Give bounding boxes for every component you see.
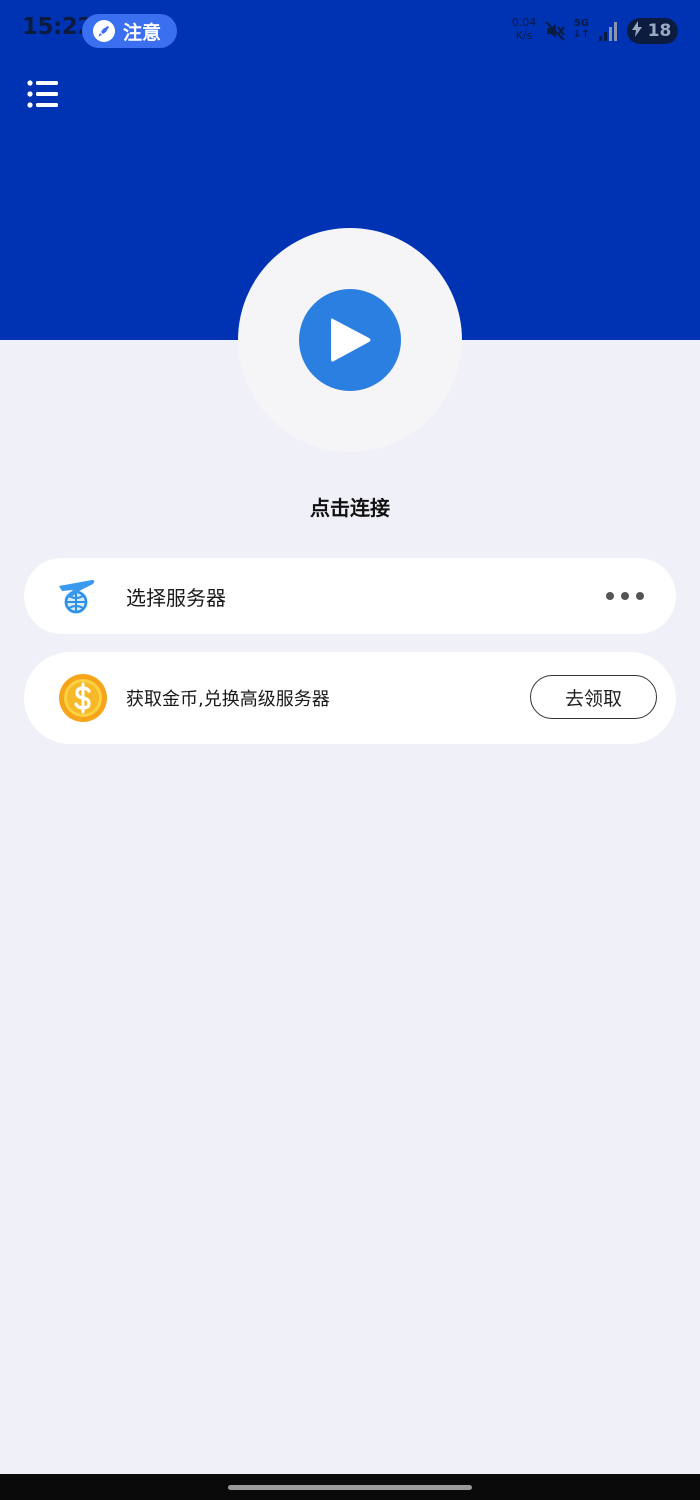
select-server-card[interactable]: 选择服务器 bbox=[24, 558, 676, 634]
battery-charging-icon bbox=[631, 21, 642, 41]
signal-type-label: 5G bbox=[573, 18, 589, 29]
battery-indicator: 18 bbox=[627, 18, 678, 44]
notice-pill[interactable]: 注意 bbox=[82, 14, 177, 48]
more-dot bbox=[606, 592, 614, 600]
more-dot bbox=[621, 592, 629, 600]
claim-button[interactable]: 去领取 bbox=[530, 675, 657, 719]
list-menu-icon bbox=[27, 80, 58, 108]
net-speed: 0.04 K/s bbox=[510, 16, 538, 42]
signal-bars-icon bbox=[598, 20, 618, 46]
more-dots-icon[interactable] bbox=[606, 591, 644, 601]
select-server-label: 选择服务器 bbox=[126, 586, 226, 610]
home-indicator[interactable] bbox=[228, 1485, 472, 1490]
more-dot bbox=[636, 592, 644, 600]
coin-reward-card: 获取金币,兑换高级服务器 去领取 bbox=[24, 652, 676, 744]
mute-icon bbox=[544, 20, 566, 46]
connect-status-label: 点击连接 bbox=[310, 496, 390, 520]
rocket-icon bbox=[93, 20, 115, 42]
notice-label: 注意 bbox=[123, 21, 162, 44]
connect-play-button[interactable] bbox=[299, 289, 401, 391]
plane-globe-icon bbox=[56, 576, 96, 616]
play-icon bbox=[331, 318, 371, 362]
net-speed-unit: K/s bbox=[515, 29, 533, 42]
coin-promo-label: 获取金币,兑换高级服务器 bbox=[126, 689, 330, 710]
net-speed-value: 0.04 bbox=[511, 16, 537, 29]
signal-type: 5G ↓↑ bbox=[573, 18, 590, 40]
status-bar: 15:22 注意 0.04 K/s 5G ↓↑ 18 bbox=[0, 0, 700, 62]
dollar-coin-icon bbox=[58, 673, 108, 723]
signal-direction: ↓↑ bbox=[573, 29, 590, 40]
navigation-bar bbox=[0, 1474, 700, 1500]
app-screen: 15:22 注意 0.04 K/s 5G ↓↑ 18 点击连接 选择服务器 获取… bbox=[0, 0, 700, 1500]
menu-button[interactable] bbox=[24, 76, 62, 112]
battery-level: 18 bbox=[647, 21, 672, 41]
